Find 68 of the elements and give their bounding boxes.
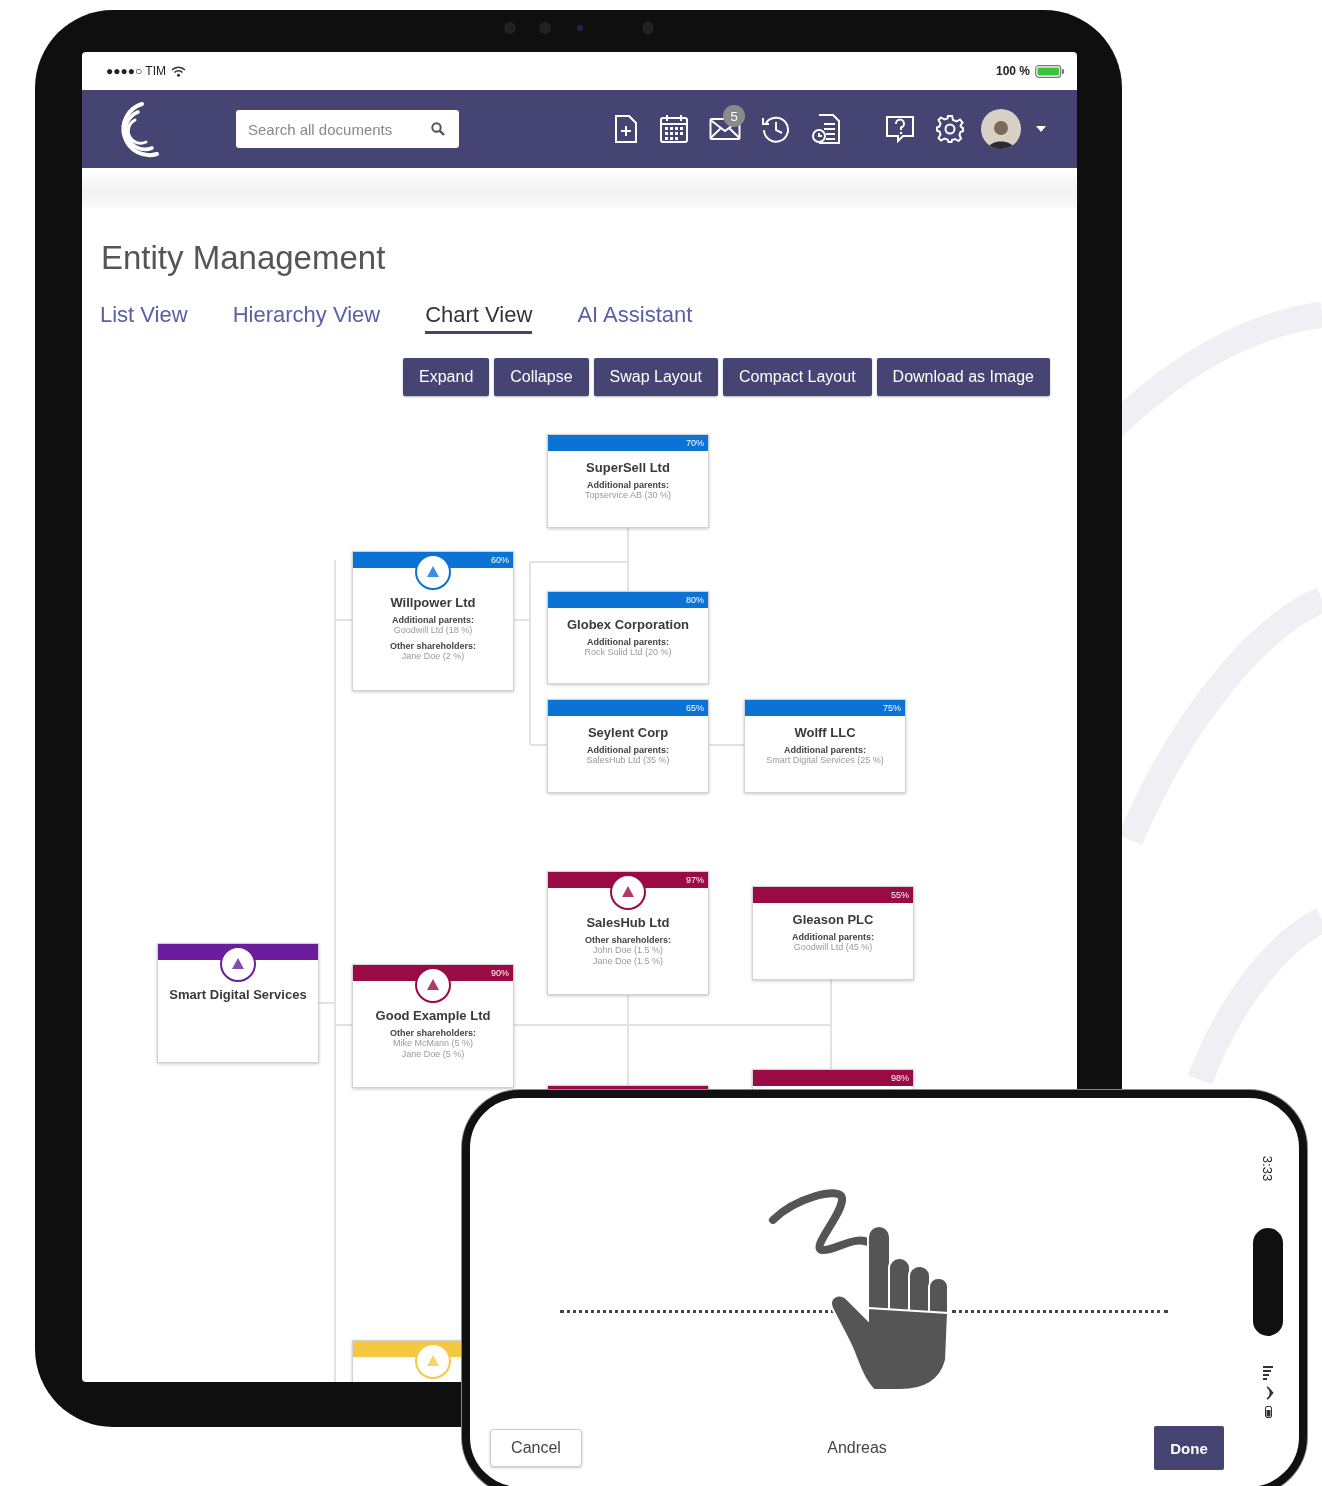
history-icon[interactable] [761,114,791,144]
section-label: Additional parents: [392,615,474,625]
company-name: Wolff LLC [794,725,856,740]
section-value: Jane Doe (2 %) [401,651,465,662]
company-name: Good Example Ltd [375,1008,491,1023]
section-label: Additional parents: [587,480,669,490]
ownership-percent: 60% [491,555,509,565]
section-value: Jane Doe (1.5 %) [592,956,663,967]
toolbar-button[interactable]: Swap Layout [593,358,719,396]
section-value: Goodwill Ltd (45 %) [793,942,873,953]
section-value: John Doe (1.5 %) [592,945,663,956]
toolbar-button[interactable]: Compact Layout [723,358,872,396]
section-label: Additional parents: [587,637,669,647]
ownership-percent: 90% [491,968,509,978]
section-label: Additional parents: [784,745,866,755]
battery-percent: 100 % [995,64,1030,78]
ownership-percent: 97% [686,875,704,885]
signer-name: Andreas [827,1439,887,1457]
section-label: Additional parents: [587,745,669,755]
notification-badge: 5 [723,105,745,127]
ownership-percent: 65% [686,703,704,713]
company-name: SalesHub Ltd [586,915,670,930]
battery-icon [1264,1406,1272,1418]
section-value: Topservice AB (30 %) [584,490,671,501]
section-label: Other shareholders: [585,935,671,945]
done-button[interactable]: Done [1154,1426,1224,1470]
section-value: Goodwill Ltd (18 %) [393,625,473,636]
search-icon[interactable] [431,122,445,136]
ownership-percent: 80% [686,595,704,605]
ownership-percent: 98% [891,1073,909,1083]
company-name: Gleason PLC [792,912,874,927]
ownership-percent: 70% [686,438,704,448]
section-label: Additional parents: [792,932,874,942]
search-field[interactable]: Search all documents [236,110,459,148]
toolbar-button[interactable]: Expand [403,358,490,396]
avatar[interactable] [981,109,1021,149]
company-name: Seylent Corp [587,725,669,740]
tab[interactable]: List View [100,298,188,334]
toolbar-button[interactable]: Collapse [494,358,589,396]
cancel-button[interactable]: Cancel [490,1429,582,1467]
company-name: SuperSell Ltd [586,460,670,475]
document-icon[interactable] [811,113,841,145]
calendar-icon[interactable] [659,114,689,144]
tab[interactable]: Chart View [425,298,533,334]
carrier-text: ●●●●○ TIM [106,64,167,78]
section-value: Mike McMann (5 %) [393,1038,473,1049]
ownership-percent: 55% [891,890,909,900]
section-value: Jane Doe (5 %) [401,1049,465,1060]
company-name: Smart Digital Services [169,987,307,1002]
page-title: Entity Management [101,238,387,278]
section-value: Smart Digital Services (25 %) [766,755,884,766]
add-document-icon[interactable] [613,114,639,144]
ownership-percent: 75% [883,703,901,713]
status-time: 3:33 [1260,1155,1276,1181]
company-name: Globex Corporation [566,617,690,632]
settings-icon[interactable] [935,114,965,144]
caret-icon[interactable] [1035,125,1047,133]
section-label: Other shareholders: [390,1028,476,1038]
tab[interactable]: AI Assistant [577,298,693,334]
section-value: SalesHub Ltd (35 %) [586,755,670,766]
help-icon[interactable] [885,115,915,143]
company-name: Willpower Ltd [390,595,476,610]
section-label: Other shareholders: [390,641,476,651]
toolbar-button[interactable]: Download as Image [876,358,1050,396]
signal-icon [1263,1366,1273,1380]
section-value: Rock Solid Ltd (20 %) [584,647,672,658]
tab[interactable]: Hierarchy View [232,298,381,334]
battery-icon [1035,64,1065,78]
